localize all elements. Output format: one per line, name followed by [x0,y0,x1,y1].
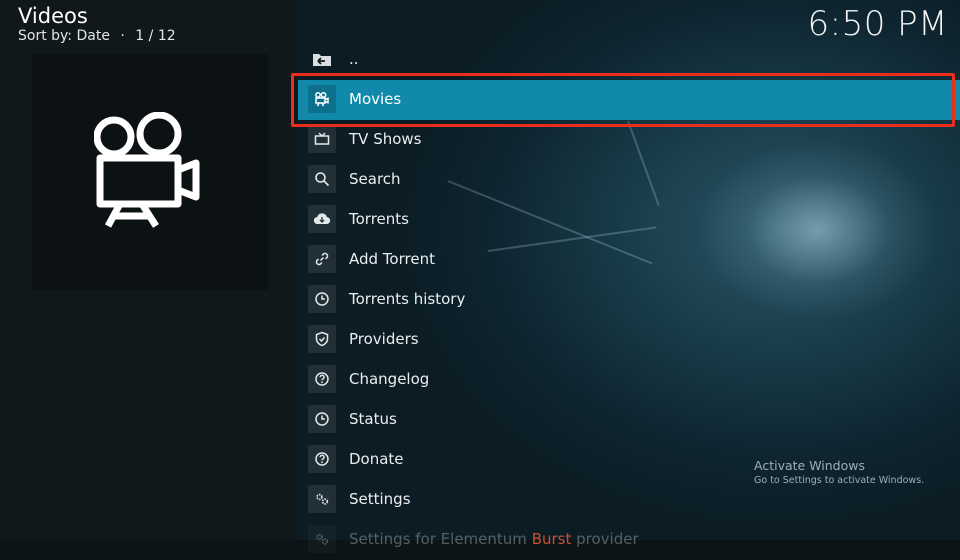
list-item-torrents[interactable]: Torrents [298,200,960,240]
thumbnail-panel [32,54,268,290]
list-item-label: .. [349,50,359,68]
gears-icon [308,485,336,513]
list-item-label: Torrents [349,210,409,228]
gears-icon [308,525,336,553]
list-item-settings[interactable]: Settings [298,480,960,520]
folder-back-icon [308,45,336,73]
list-item-torrents-history[interactable]: Torrents history [298,280,960,320]
list-item-label: TV Shows [349,130,422,148]
clock-icon [308,405,336,433]
list-item-changelog[interactable]: Changelog [298,360,960,400]
clock: 6:50 PM [807,4,948,44]
activate-windows-watermark: Activate Windows Go to Settings to activ… [754,458,924,486]
search-icon [308,165,336,193]
separator: · [120,28,125,44]
question-icon [308,445,336,473]
list-item-label: Search [349,170,401,188]
sort-label: Sort by: Date [18,28,110,44]
label-text: Settings for Elementum [349,530,532,548]
selection-highlight-box [291,73,955,127]
label-accent-text: Burst [531,530,572,548]
list-item-label: Settings for Elementum Burst provider [349,530,639,548]
list-item-label: Changelog [349,370,430,388]
list-item-label: Providers [349,330,419,348]
question-icon [308,365,336,393]
list-item-providers[interactable]: Providers [298,320,960,360]
page-title: Videos [18,4,88,28]
clock-icon [308,285,336,313]
page-counter: 1 / 12 [135,28,176,44]
list-item-burst-settings[interactable]: Settings for Elementum Burst provider [298,520,960,560]
label-text: provider [571,530,639,548]
list-item-status[interactable]: Status [298,400,960,440]
cloud-download-icon [308,205,336,233]
movie-camera-icon [94,112,200,228]
sort-info: Sort by: Date · 1 / 12 [18,28,176,44]
list-item-label: Donate [349,450,404,468]
list-item-label: Status [349,410,397,428]
list-item-search[interactable]: Search [298,160,960,200]
list-item-label: Add Torrent [349,250,435,268]
shield-icon [308,325,336,353]
watermark-subtitle: Go to Settings to activate Windows. [754,475,925,486]
list-item-label: Torrents history [349,290,466,308]
list-item-label: Settings [349,490,411,508]
tv-icon [308,125,336,153]
watermark-title: Activate Windows [754,458,865,473]
link-icon [308,245,336,273]
list-item-add-torrent[interactable]: Add Torrent [298,240,960,280]
